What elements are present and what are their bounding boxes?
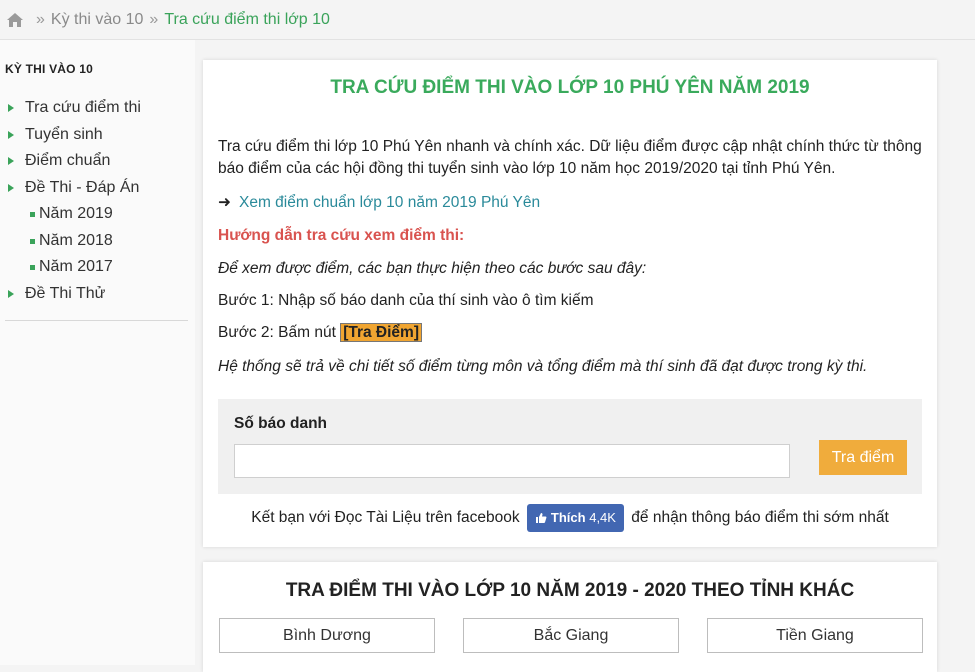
sidebar-item-de-thi-thu[interactable]: Đề Thi Thử: [8, 281, 188, 308]
result-note: Hệ thống sẽ trả về chi tiết số điểm từng…: [218, 358, 868, 375]
benchmark-link[interactable]: Xem điểm chuẩn lớp 10 năm 2019 Phú Yên: [239, 194, 540, 211]
sidebar-item-label: Điểm chuẩn: [25, 152, 111, 169]
candidate-number-label: Số báo danh: [234, 415, 327, 432]
step-2: Bước 2: Bấm nút [Tra Điểm]: [218, 323, 423, 342]
breadcrumb: » Kỳ thi vào 10 » Tra cứu điểm thi lớp 1…: [0, 0, 975, 40]
sidebar: KỲ THI VÀO 10 Tra cứu điểm thi Tuyển sin…: [0, 40, 195, 665]
breadcrumb-separator: »: [36, 10, 45, 28]
facebook-like-button[interactable]: Thích 4,4K: [526, 504, 624, 532]
province-link-binh-duong[interactable]: Bình Dương: [219, 618, 435, 653]
triangle-bullet-icon: [8, 157, 14, 165]
sidebar-item-label: Đề Thi - Đáp Án: [25, 178, 140, 196]
arrow-right-icon: ➜: [218, 194, 231, 211]
other-provinces-card: TRA ĐIỂM THI VÀO LỚP 10 NĂM 2019 - 2020 …: [203, 562, 937, 672]
triangle-bullet-icon: [8, 289, 14, 298]
sidebar-item-tra-cuu[interactable]: Tra cứu điểm thi: [8, 95, 188, 122]
sidebar-item-label: Năm 2018: [39, 231, 113, 249]
thumbs-up-icon: [535, 513, 547, 523]
home-icon[interactable]: [6, 12, 24, 28]
square-bullet-icon: [30, 265, 35, 270]
lookup-card: TRA CỨU ĐIỂM THI VÀO LỚP 10 PHÚ YÊN NĂM …: [203, 60, 937, 547]
step-1: Bước 1: Nhập số báo danh của thí sinh và…: [218, 292, 594, 309]
breadcrumb-link-ky-thi[interactable]: Kỳ thi vào 10: [51, 11, 144, 29]
sidebar-item-label: Năm 2019: [39, 205, 113, 222]
facebook-text-before: Kết bạn với Đọc Tài Liệu trên facebook: [251, 509, 520, 527]
square-bullet-icon: [30, 238, 35, 244]
province-link-tien-giang[interactable]: Tiền Giang: [707, 618, 923, 653]
square-bullet-icon: [30, 212, 35, 217]
like-label: Thích: [550, 510, 586, 525]
triangle-bullet-icon: [8, 183, 14, 192]
intro-text: Tra cứu điểm thi lớp 10 Phú Yên nhanh và…: [218, 138, 922, 177]
other-provinces-title: TRA ĐIỂM THI VÀO LỚP 10 NĂM 2019 - 2020 …: [285, 580, 855, 601]
sidebar-menu: Tra cứu điểm thi Tuyển sinh Điểm chuẩn Đ…: [8, 95, 188, 307]
step-2-highlight: [Tra Điểm]: [340, 323, 423, 342]
sidebar-heading: KỲ THI VÀO 10: [5, 62, 93, 76]
like-count: 4,4K: [589, 510, 616, 525]
sidebar-subitem-2018[interactable]: Năm 2018: [8, 228, 188, 255]
triangle-bullet-icon: [8, 130, 14, 139]
search-form: Số báo danh Tra điểm: [218, 399, 922, 494]
sidebar-subitem-2017[interactable]: Năm 2017: [8, 254, 188, 281]
sidebar-item-tuyen-sinh[interactable]: Tuyển sinh: [8, 122, 188, 149]
page-title: TRA CỨU ĐIỂM THI VÀO LỚP 10 PHÚ YÊN NĂM …: [330, 77, 810, 98]
guide-heading: Hướng dẫn tra cứu xem điểm thi:: [218, 227, 465, 244]
sidebar-item-label: Tra cứu điểm thi: [25, 99, 141, 116]
sidebar-item-label: Đề Thi Thử: [25, 284, 106, 302]
sidebar-item-label: Tuyển sinh: [25, 125, 103, 143]
breadcrumb-separator: »: [149, 10, 159, 28]
sidebar-item-diem-chuan[interactable]: Điểm chuẩn: [8, 148, 188, 175]
triangle-bullet-icon: [8, 104, 14, 112]
province-link-bac-giang[interactable]: Bắc Giang: [463, 618, 679, 653]
lookup-score-button[interactable]: Tra điểm: [819, 440, 907, 475]
steps-intro: Để xem được điểm, các bạn thực hiện theo…: [218, 260, 647, 277]
breadcrumb-current[interactable]: Tra cứu điểm thi lớp 10: [164, 11, 330, 29]
sidebar-divider: [5, 320, 188, 321]
step-2-text: Bước 2: Bấm nút: [218, 324, 341, 341]
benchmark-link-line: ➜ Xem điểm chuẩn lớp 10 năm 2019 Phú Yên: [218, 193, 540, 212]
sidebar-subitem-2019[interactable]: Năm 2019: [8, 201, 188, 228]
sidebar-item-label: Năm 2017: [39, 258, 113, 275]
facebook-text-after: để nhận thông báo điểm thi sớm nhất: [631, 509, 889, 527]
facebook-line: Kết bạn với Đọc Tài Liệu trên facebook T…: [203, 504, 937, 532]
candidate-number-input[interactable]: [234, 444, 790, 478]
sidebar-item-de-thi-dap-an[interactable]: Đề Thi - Đáp Án: [8, 175, 188, 202]
